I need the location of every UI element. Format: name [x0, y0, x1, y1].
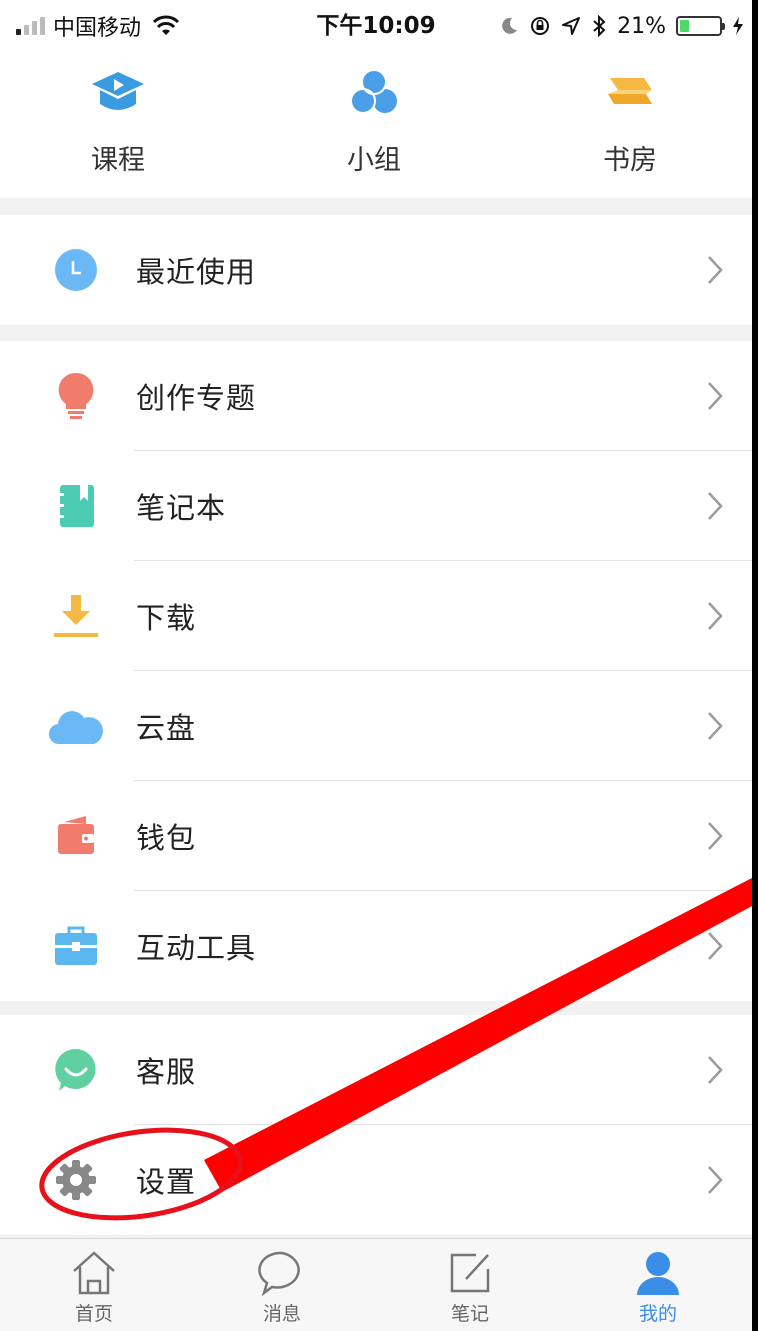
menu-group-recent: 最近使用 — [0, 215, 752, 325]
shortcut-group[interactable]: 小组 — [246, 52, 502, 198]
status-bar: 中国移动 下午10:09 21% — [0, 0, 752, 52]
shortcut-bar: 课程 小组 书房 — [0, 52, 752, 198]
bluetooth-icon — [593, 15, 606, 37]
rotation-lock-icon — [531, 17, 550, 35]
profile-icon — [637, 1252, 679, 1295]
chevron-right-icon — [708, 256, 723, 284]
course-cap-icon — [92, 72, 144, 110]
gear-icon — [48, 1152, 104, 1208]
notebook-icon — [48, 478, 104, 534]
shortcut-label: 小组 — [347, 145, 401, 176]
chevron-right-icon — [708, 492, 723, 520]
tab-home[interactable]: 首页 — [0, 1239, 188, 1331]
location-arrow-icon — [562, 17, 581, 35]
menu-item-wallet[interactable]: 钱包 — [0, 781, 752, 891]
shortcut-study[interactable]: 书房 — [502, 52, 752, 198]
menu-item-label: 设置 — [136, 1165, 197, 1199]
screen-edge — [752, 0, 758, 1331]
menu-item-cloud-drive[interactable]: 云盘 — [0, 671, 752, 781]
shortcut-course[interactable]: 课程 — [0, 52, 246, 198]
status-right: 21% — [499, 10, 744, 42]
study-books-icon — [608, 78, 652, 104]
chevron-right-icon — [708, 1056, 723, 1084]
menu-item-notebook[interactable]: 笔记本 — [0, 451, 752, 561]
menu-item-label: 创作专题 — [136, 381, 257, 415]
menu-item-label: 下载 — [136, 601, 197, 635]
menu-group-support: 客服 设置 — [0, 1015, 752, 1235]
note-edit-icon — [450, 1253, 490, 1293]
menu-item-recent[interactable]: 最近使用 — [0, 215, 752, 325]
moon-icon — [502, 17, 518, 34]
chevron-right-icon — [708, 712, 723, 740]
app-screen: 中国移动 下午10:09 21% 课程 小组 书房 最近使用 创作专题 笔记本 … — [0, 0, 752, 1331]
download-icon — [48, 588, 104, 644]
menu-item-customer-service[interactable]: 客服 — [0, 1015, 752, 1125]
menu-item-label: 互动工具 — [136, 931, 257, 965]
menu-item-interactive-tools[interactable]: 互动工具 — [0, 891, 752, 1001]
group-circles-icon — [350, 69, 397, 114]
tab-label: 首页 — [74, 1303, 113, 1325]
message-bubble-icon — [258, 1251, 300, 1297]
menu-item-download[interactable]: 下载 — [0, 561, 752, 671]
shortcut-label: 课程 — [91, 145, 145, 176]
menu-item-label: 笔记本 — [136, 491, 227, 525]
bottom-tab-bar: 首页 消息 笔记 我的 — [0, 1238, 752, 1331]
home-icon — [73, 1251, 115, 1295]
menu-item-creation-topics[interactable]: 创作专题 — [0, 341, 752, 451]
menu-group-tools: 创作专题 笔记本 下载 云盘 钱包 互动工具 — [0, 341, 752, 1001]
menu-item-label: 云盘 — [136, 711, 197, 745]
battery-icon — [676, 16, 725, 36]
shortcut-label: 书房 — [603, 145, 657, 176]
menu-item-label: 最近使用 — [136, 255, 257, 289]
tab-profile[interactable]: 我的 — [564, 1239, 752, 1331]
chevron-right-icon — [708, 602, 723, 630]
chat-smile-icon — [48, 1042, 104, 1098]
lightbulb-icon — [48, 368, 104, 424]
menu-item-settings[interactable]: 设置 — [0, 1125, 752, 1235]
menu-item-label: 客服 — [136, 1055, 197, 1089]
tab-messages[interactable]: 消息 — [188, 1239, 376, 1331]
tab-label: 消息 — [262, 1303, 301, 1325]
chevron-right-icon — [708, 382, 723, 410]
battery-percent: 21% — [617, 13, 666, 39]
menu-item-label: 钱包 — [136, 821, 197, 855]
chevron-right-icon — [708, 822, 723, 850]
cloud-icon — [48, 698, 104, 754]
wallet-icon — [48, 808, 104, 864]
clock-icon — [48, 242, 104, 298]
toolbox-icon — [48, 918, 104, 974]
tab-label: 笔记 — [450, 1303, 489, 1325]
charging-bolt-icon — [733, 17, 743, 35]
tab-label: 我的 — [638, 1303, 677, 1325]
chevron-right-icon — [708, 1166, 723, 1194]
chevron-right-icon — [708, 932, 723, 960]
tab-notes[interactable]: 笔记 — [376, 1239, 564, 1331]
